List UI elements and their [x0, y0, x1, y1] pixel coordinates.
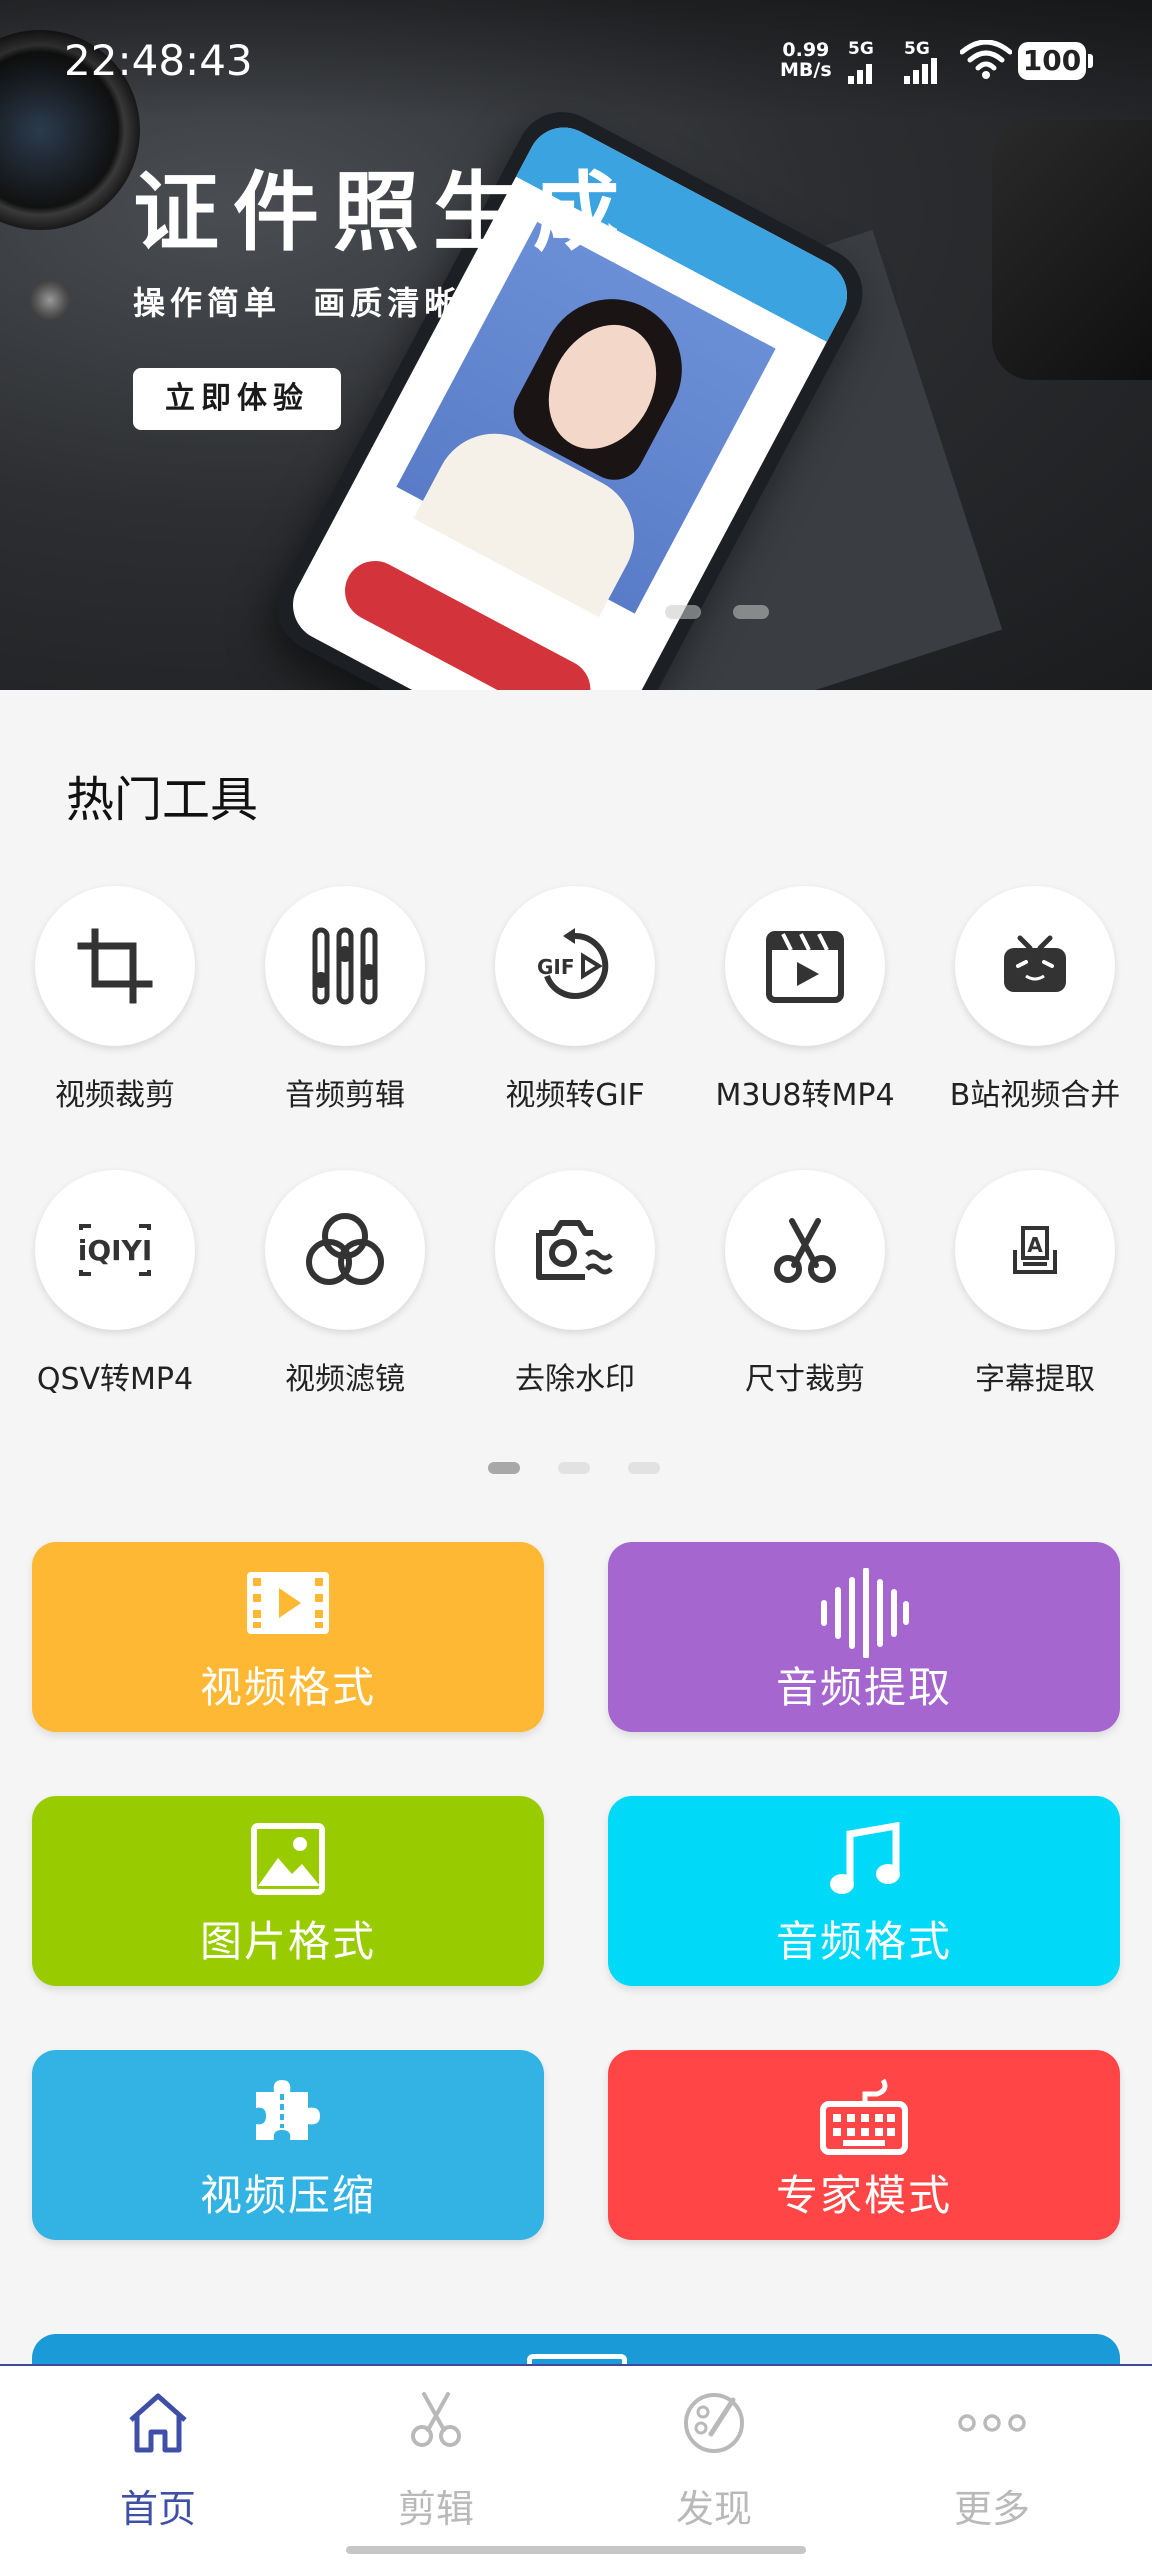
tool-bilibili-merge[interactable]: B站视频合并	[920, 886, 1150, 1114]
nav-label: 首页	[119, 2487, 196, 2531]
banner-dot	[665, 605, 701, 619]
gif-replay-icon: GIF	[537, 928, 609, 999]
bottom-navigation: 首页 剪辑 发现 更多	[0, 2364, 1152, 2560]
equalizer-icon	[312, 927, 378, 1005]
banner-dot	[733, 605, 769, 619]
tool-label: 视频滤镜	[285, 1362, 405, 1397]
signal-icon: 5G	[904, 40, 937, 84]
signal-label: 5G	[904, 39, 930, 59]
try-now-button[interactable]: 立即体验	[133, 368, 341, 430]
tool-label: 尺寸裁剪	[745, 1362, 865, 1397]
signal-icon: 5G	[848, 40, 874, 84]
iqiyi-logo-icon: iQIYI	[78, 1224, 153, 1276]
section-title-hot-tools: 热门工具	[66, 772, 259, 828]
svg-text:iQIYI: iQIYI	[78, 1234, 153, 1267]
video-clapper-icon	[766, 931, 844, 1003]
card-video-format[interactable]: 视频格式	[32, 1542, 544, 1732]
card-audio-format[interactable]: 音频格式	[608, 1796, 1120, 1986]
camera-button-decoration	[30, 280, 70, 320]
network-speed-unit: MB/s	[780, 59, 832, 81]
tool-subtitle-extract[interactable]: A 字幕提取	[920, 1170, 1150, 1398]
card-audio-extract[interactable]: 音频提取	[608, 1542, 1120, 1732]
page-dot	[488, 1462, 520, 1474]
tool-label: 视频裁剪	[55, 1078, 175, 1113]
crop-icon	[77, 928, 153, 1004]
card-expert-mode[interactable]: 专家模式	[608, 2050, 1120, 2240]
filter-circles-icon	[306, 1213, 384, 1285]
tv-icon	[1004, 935, 1066, 992]
tools-page-indicator	[488, 1462, 660, 1474]
tool-remove-watermark[interactable]: 去除水印	[460, 1170, 690, 1398]
tool-video-crop[interactable]: 视频裁剪	[0, 886, 230, 1114]
tool-video-filter[interactable]: 视频滤镜	[230, 1170, 460, 1398]
battery-indicator: 100	[1018, 42, 1093, 80]
home-indicator[interactable]	[346, 2546, 806, 2554]
tool-video-to-gif[interactable]: GIF 视频转GIF	[460, 886, 690, 1114]
keyboard-icon	[820, 2078, 908, 2155]
status-bar: 22:48:43 0.99 MB/s 5G 5G 100	[0, 0, 1152, 120]
nav-label: 发现	[675, 2487, 752, 2531]
home-icon	[129, 2393, 187, 2453]
more-dots-icon	[958, 2414, 1026, 2432]
tool-label: QSV转MP4	[36, 1362, 194, 1397]
card-label: 视频格式	[199, 1663, 376, 1712]
network-speed: 0.99 MB/s	[780, 40, 832, 80]
soundwave-icon	[821, 1568, 909, 1658]
card-video-compress[interactable]: 视频压缩	[32, 2050, 544, 2240]
card-label: 音频格式	[775, 1917, 952, 1966]
banner-page-indicator	[665, 605, 769, 619]
subtitle-icon: A	[1013, 1226, 1057, 1274]
film-strip-icon	[247, 1572, 329, 1634]
svg-text:GIF: GIF	[537, 955, 575, 979]
nav-tab-home[interactable]: 首页	[14, 2366, 302, 2560]
banner-title: 证件照生成	[133, 163, 633, 263]
nav-tab-edit[interactable]: 剪辑	[292, 2366, 580, 2560]
tool-audio-edit[interactable]: 音频剪辑	[230, 886, 460, 1114]
page-dot	[628, 1462, 660, 1474]
tool-label: 去除水印	[515, 1362, 635, 1397]
nav-label: 更多	[953, 2487, 1030, 2531]
nav-tab-discover[interactable]: 发现	[570, 2366, 858, 2560]
tool-label: M3U8转MP4	[715, 1078, 895, 1113]
tool-m3u8-to-mp4[interactable]: M3U8转MP4	[690, 886, 920, 1114]
tool-size-crop[interactable]: 尺寸裁剪	[690, 1170, 920, 1398]
tool-label: B站视频合并	[949, 1078, 1121, 1113]
nav-label: 剪辑	[397, 2487, 474, 2531]
page-dot	[558, 1462, 590, 1474]
wifi-icon	[959, 39, 1013, 84]
nav-tab-more[interactable]: 更多	[848, 2366, 1136, 2560]
tool-qsv-to-mp4[interactable]: iQIYI QSV转MP4	[0, 1170, 230, 1398]
card-label: 音频提取	[775, 1663, 952, 1712]
svg-text:A: A	[1027, 1233, 1043, 1257]
tool-label: 视频转GIF	[505, 1078, 645, 1113]
image-icon	[251, 1823, 325, 1895]
scissors-icon	[774, 1218, 836, 1283]
scissors-icon	[411, 2392, 461, 2447]
signal-label: 5G	[848, 39, 874, 59]
network-speed-value: 0.99	[782, 39, 830, 61]
card-image-format[interactable]: 图片格式	[32, 1796, 544, 1986]
tool-label: 音频剪辑	[285, 1078, 405, 1113]
card-label: 图片格式	[199, 1917, 376, 1966]
palette-icon	[684, 2393, 744, 2453]
puzzle-icon	[256, 2080, 320, 2140]
banner-subtitle: 操作简单 画质清晰	[133, 284, 462, 322]
card-label: 视频压缩	[199, 2171, 376, 2220]
camera-body-decoration	[992, 120, 1152, 380]
clock: 22:48:43	[64, 36, 253, 85]
card-label: 专家模式	[775, 2171, 952, 2220]
camera-watermark-icon	[536, 1220, 613, 1280]
tool-label: 字幕提取	[975, 1362, 1095, 1397]
music-note-icon	[830, 1822, 900, 1894]
